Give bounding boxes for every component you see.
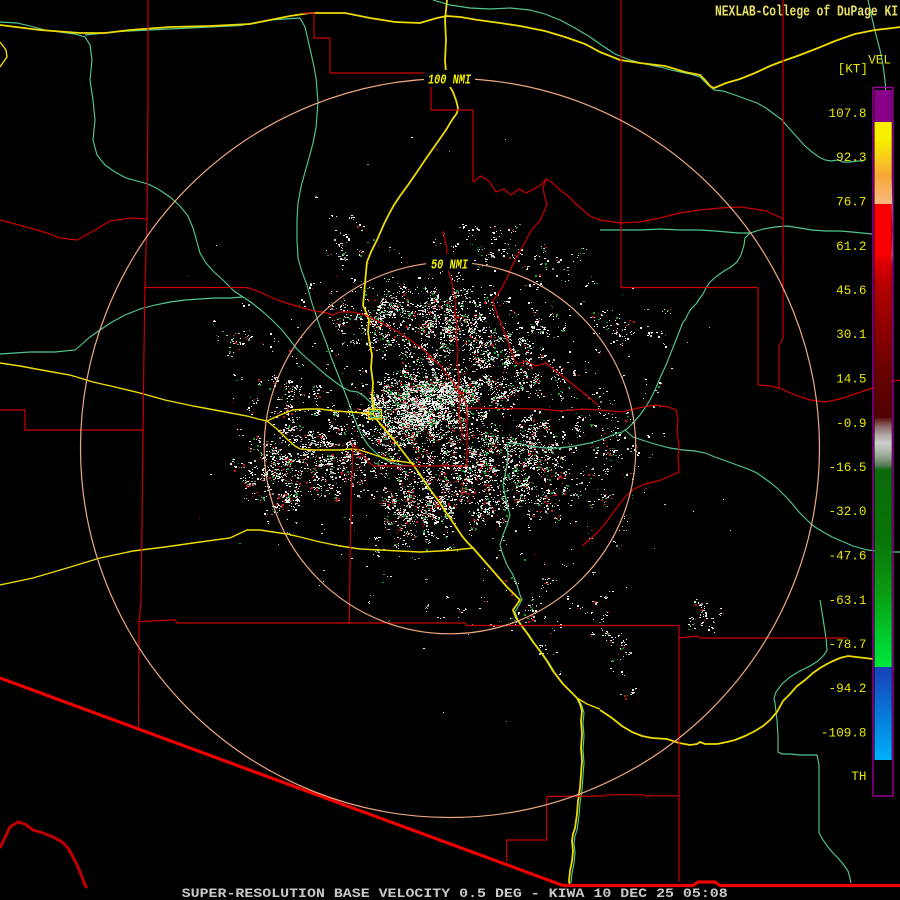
svg-text:-16.5: -16.5	[829, 460, 867, 475]
svg-text:-109.8: -109.8	[821, 726, 867, 741]
svg-text:30.1: 30.1	[836, 327, 867, 342]
svg-text:-63.1: -63.1	[829, 593, 867, 608]
svg-text:61.2: 61.2	[836, 239, 866, 254]
svg-text:92.3: 92.3	[836, 150, 866, 165]
svg-text:50 NMI: 50 NMI	[431, 259, 469, 274]
svg-text:-78.7: -78.7	[829, 637, 867, 652]
svg-text:100 NMI: 100 NMI	[428, 74, 472, 89]
svg-text:TH: TH	[851, 769, 866, 784]
svg-text:SUPER-RESOLUTION BASE VELOCITY: SUPER-RESOLUTION BASE VELOCITY 0.5 DEG -…	[182, 886, 728, 900]
svg-text:14.5: 14.5	[836, 372, 866, 387]
svg-text:45.6: 45.6	[836, 283, 866, 298]
svg-text:-94.2: -94.2	[829, 681, 867, 696]
svg-text:-47.6: -47.6	[829, 549, 867, 564]
svg-text:VEL: VEL	[868, 53, 891, 68]
svg-text:[KT]: [KT]	[838, 62, 868, 77]
svg-text:-32.0: -32.0	[829, 504, 867, 519]
svg-text:107.8: 107.8	[829, 106, 867, 121]
svg-text:-0.9: -0.9	[836, 416, 866, 431]
svg-text:NEXLAB-College of DuPage KI: NEXLAB-College of DuPage KI	[715, 3, 898, 20]
svg-text:76.7: 76.7	[836, 195, 866, 210]
